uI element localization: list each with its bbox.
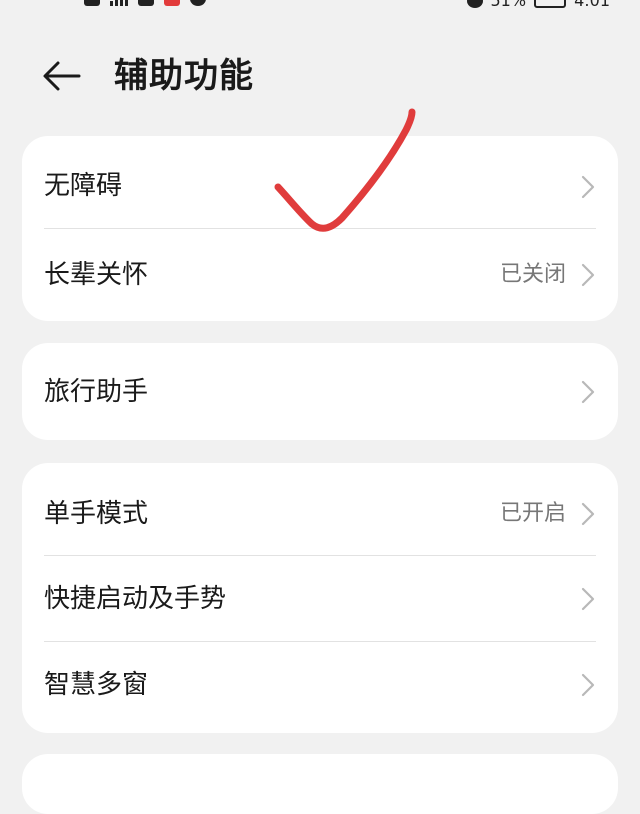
settings-group-1: 无障碍 长辈关怀 已关闭 bbox=[22, 136, 618, 321]
elder-care-row[interactable]: 长辈关怀 已关闭 bbox=[22, 229, 618, 321]
chevron-right-icon bbox=[581, 502, 595, 526]
settings-group-4-partial bbox=[22, 754, 618, 814]
row-label: 智慧多窗 bbox=[44, 670, 149, 700]
settings-group-2: 旅行助手 bbox=[22, 343, 618, 440]
wifi-icon bbox=[138, 0, 154, 6]
header: 辅助功能 bbox=[0, 40, 640, 110]
app-notification-icon bbox=[164, 0, 180, 6]
battery-percent: 51% bbox=[490, 0, 527, 10]
back-button[interactable] bbox=[40, 54, 84, 98]
row-status: 已开启 bbox=[499, 501, 566, 526]
row-status: 已关闭 bbox=[499, 262, 566, 287]
row-label: 长辈关怀 bbox=[44, 260, 149, 290]
arrow-left-icon bbox=[43, 61, 81, 91]
row-label: 快捷启动及手势 bbox=[44, 584, 227, 614]
battery-icon bbox=[534, 0, 567, 8]
accessibility-row[interactable]: 无障碍 bbox=[22, 136, 618, 228]
clock: 4:01 bbox=[574, 0, 610, 10]
one-hand-mode-row[interactable]: 单手模式 已开启 bbox=[22, 463, 618, 555]
sync-icon bbox=[190, 0, 206, 6]
chevron-right-icon bbox=[581, 380, 595, 404]
status-icons-left bbox=[84, 0, 206, 6]
row-label: 旅行助手 bbox=[44, 377, 149, 407]
settings-group-3: 单手模式 已开启 快捷启动及手势 智慧多窗 bbox=[22, 463, 618, 733]
chevron-right-icon bbox=[581, 673, 595, 697]
page-title: 辅助功能 bbox=[114, 56, 254, 96]
status-bar: 51% 4:01 bbox=[0, 0, 640, 10]
smart-multiwindow-row[interactable]: 智慧多窗 bbox=[22, 642, 618, 733]
notification-icon bbox=[84, 0, 100, 6]
travel-assistant-row[interactable]: 旅行助手 bbox=[22, 343, 618, 440]
alarm-icon bbox=[466, 0, 483, 8]
chevron-right-icon bbox=[581, 587, 595, 611]
chevron-right-icon bbox=[581, 175, 595, 199]
row-label: 单手模式 bbox=[44, 499, 149, 529]
status-icons-right: 51% 4:01 bbox=[466, 0, 610, 10]
signal-icon bbox=[110, 0, 128, 6]
row-label: 无障碍 bbox=[44, 171, 123, 201]
chevron-right-icon bbox=[581, 263, 595, 287]
quick-launch-gestures-row[interactable]: 快捷启动及手势 bbox=[22, 556, 618, 641]
